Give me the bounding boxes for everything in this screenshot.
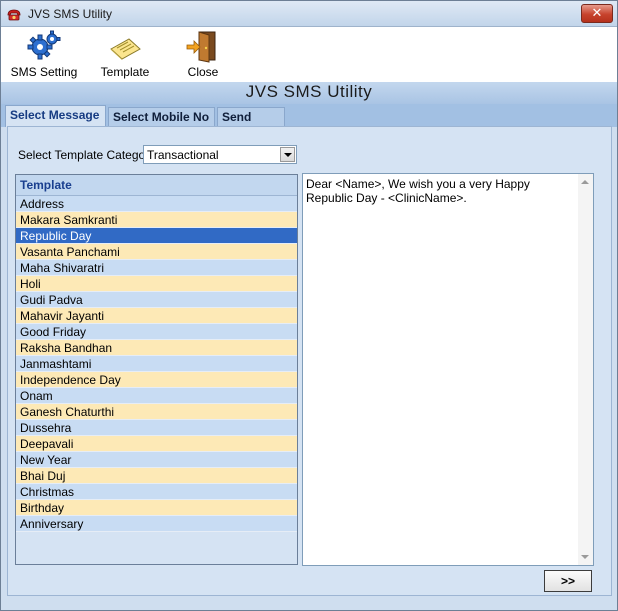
sms-setting-button[interactable]: SMS Setting — [10, 29, 78, 79]
window-title: JVS SMS Utility — [28, 7, 113, 21]
list-item-selected[interactable]: Republic Day — [16, 228, 297, 244]
red-phone-icon — [6, 6, 22, 22]
scroll-up-icon[interactable] — [581, 180, 589, 184]
tab-bar: Select Message Select Mobile No Send SMS — [1, 104, 617, 142]
close-label: Close — [187, 65, 219, 79]
paper-note-icon — [97, 29, 153, 63]
header-banner: JVS SMS Utility — [1, 82, 617, 104]
next-button[interactable]: >> — [544, 570, 592, 592]
exit-door-icon — [181, 29, 225, 63]
template-category-value: Transactional — [147, 148, 219, 162]
sms-setting-label: SMS Setting — [10, 65, 78, 79]
list-item[interactable]: Anniversary — [16, 516, 297, 532]
tab-select-mobile-no[interactable]: Select Mobile No — [108, 107, 215, 127]
list-item[interactable]: Onam — [16, 388, 297, 404]
app-window: JVS SMS Utility ✕ SMS Setting Template C… — [0, 0, 618, 611]
title-bar[interactable]: JVS SMS Utility ✕ — [1, 1, 617, 27]
template-list-header: Template — [16, 175, 297, 196]
list-item[interactable]: Gudi Padva — [16, 292, 297, 308]
list-item[interactable]: New Year — [16, 452, 297, 468]
scroll-down-icon[interactable] — [581, 555, 589, 559]
list-item[interactable]: Independence Day — [16, 372, 297, 388]
window-close-button[interactable]: ✕ — [581, 4, 613, 23]
template-category-label: Select Template Category — [18, 148, 156, 162]
list-item[interactable]: Christmas — [16, 484, 297, 500]
list-item[interactable]: Mahavir Jayanti — [16, 308, 297, 324]
template-button[interactable]: Template — [97, 29, 153, 79]
list-item[interactable]: Holi — [16, 276, 297, 292]
list-item[interactable]: Ganesh Chaturthi — [16, 404, 297, 420]
list-item[interactable]: Maha Shivaratri — [16, 260, 297, 276]
tab-select-message[interactable]: Select Message — [5, 105, 106, 127]
template-list[interactable]: Template Address Makara Samkranti Republ… — [15, 174, 298, 565]
list-item[interactable]: Raksha Bandhan — [16, 340, 297, 356]
message-text[interactable]: Dear <Name>, We wish you a very Happy Re… — [306, 177, 576, 205]
template-label: Template — [100, 65, 150, 79]
list-item[interactable]: Dussehra — [16, 420, 297, 436]
list-item[interactable]: Vasanta Panchami — [16, 244, 297, 260]
tab-send-sms[interactable]: Send SMS — [217, 107, 285, 142]
toolbar: SMS Setting Template Close — [1, 27, 617, 82]
message-textarea[interactable]: Dear <Name>, We wish you a very Happy Re… — [302, 173, 594, 566]
list-item[interactable]: Deepavali — [16, 436, 297, 452]
list-item[interactable]: Birthday — [16, 500, 297, 516]
template-category-select[interactable]: Transactional — [143, 145, 297, 164]
select-message-panel: Select Template Category Transactional T… — [7, 126, 612, 596]
list-item[interactable]: Janmashtami — [16, 356, 297, 372]
list-item[interactable]: Address — [16, 196, 297, 212]
list-item[interactable]: Good Friday — [16, 324, 297, 340]
list-item[interactable]: Bhai Duj — [16, 468, 297, 484]
chevron-down-icon[interactable] — [280, 147, 295, 162]
message-scrollbar[interactable] — [578, 174, 593, 565]
list-item[interactable]: Makara Samkranti — [16, 212, 297, 228]
close-button[interactable]: Close — [181, 29, 225, 79]
gears-icon — [10, 29, 78, 63]
